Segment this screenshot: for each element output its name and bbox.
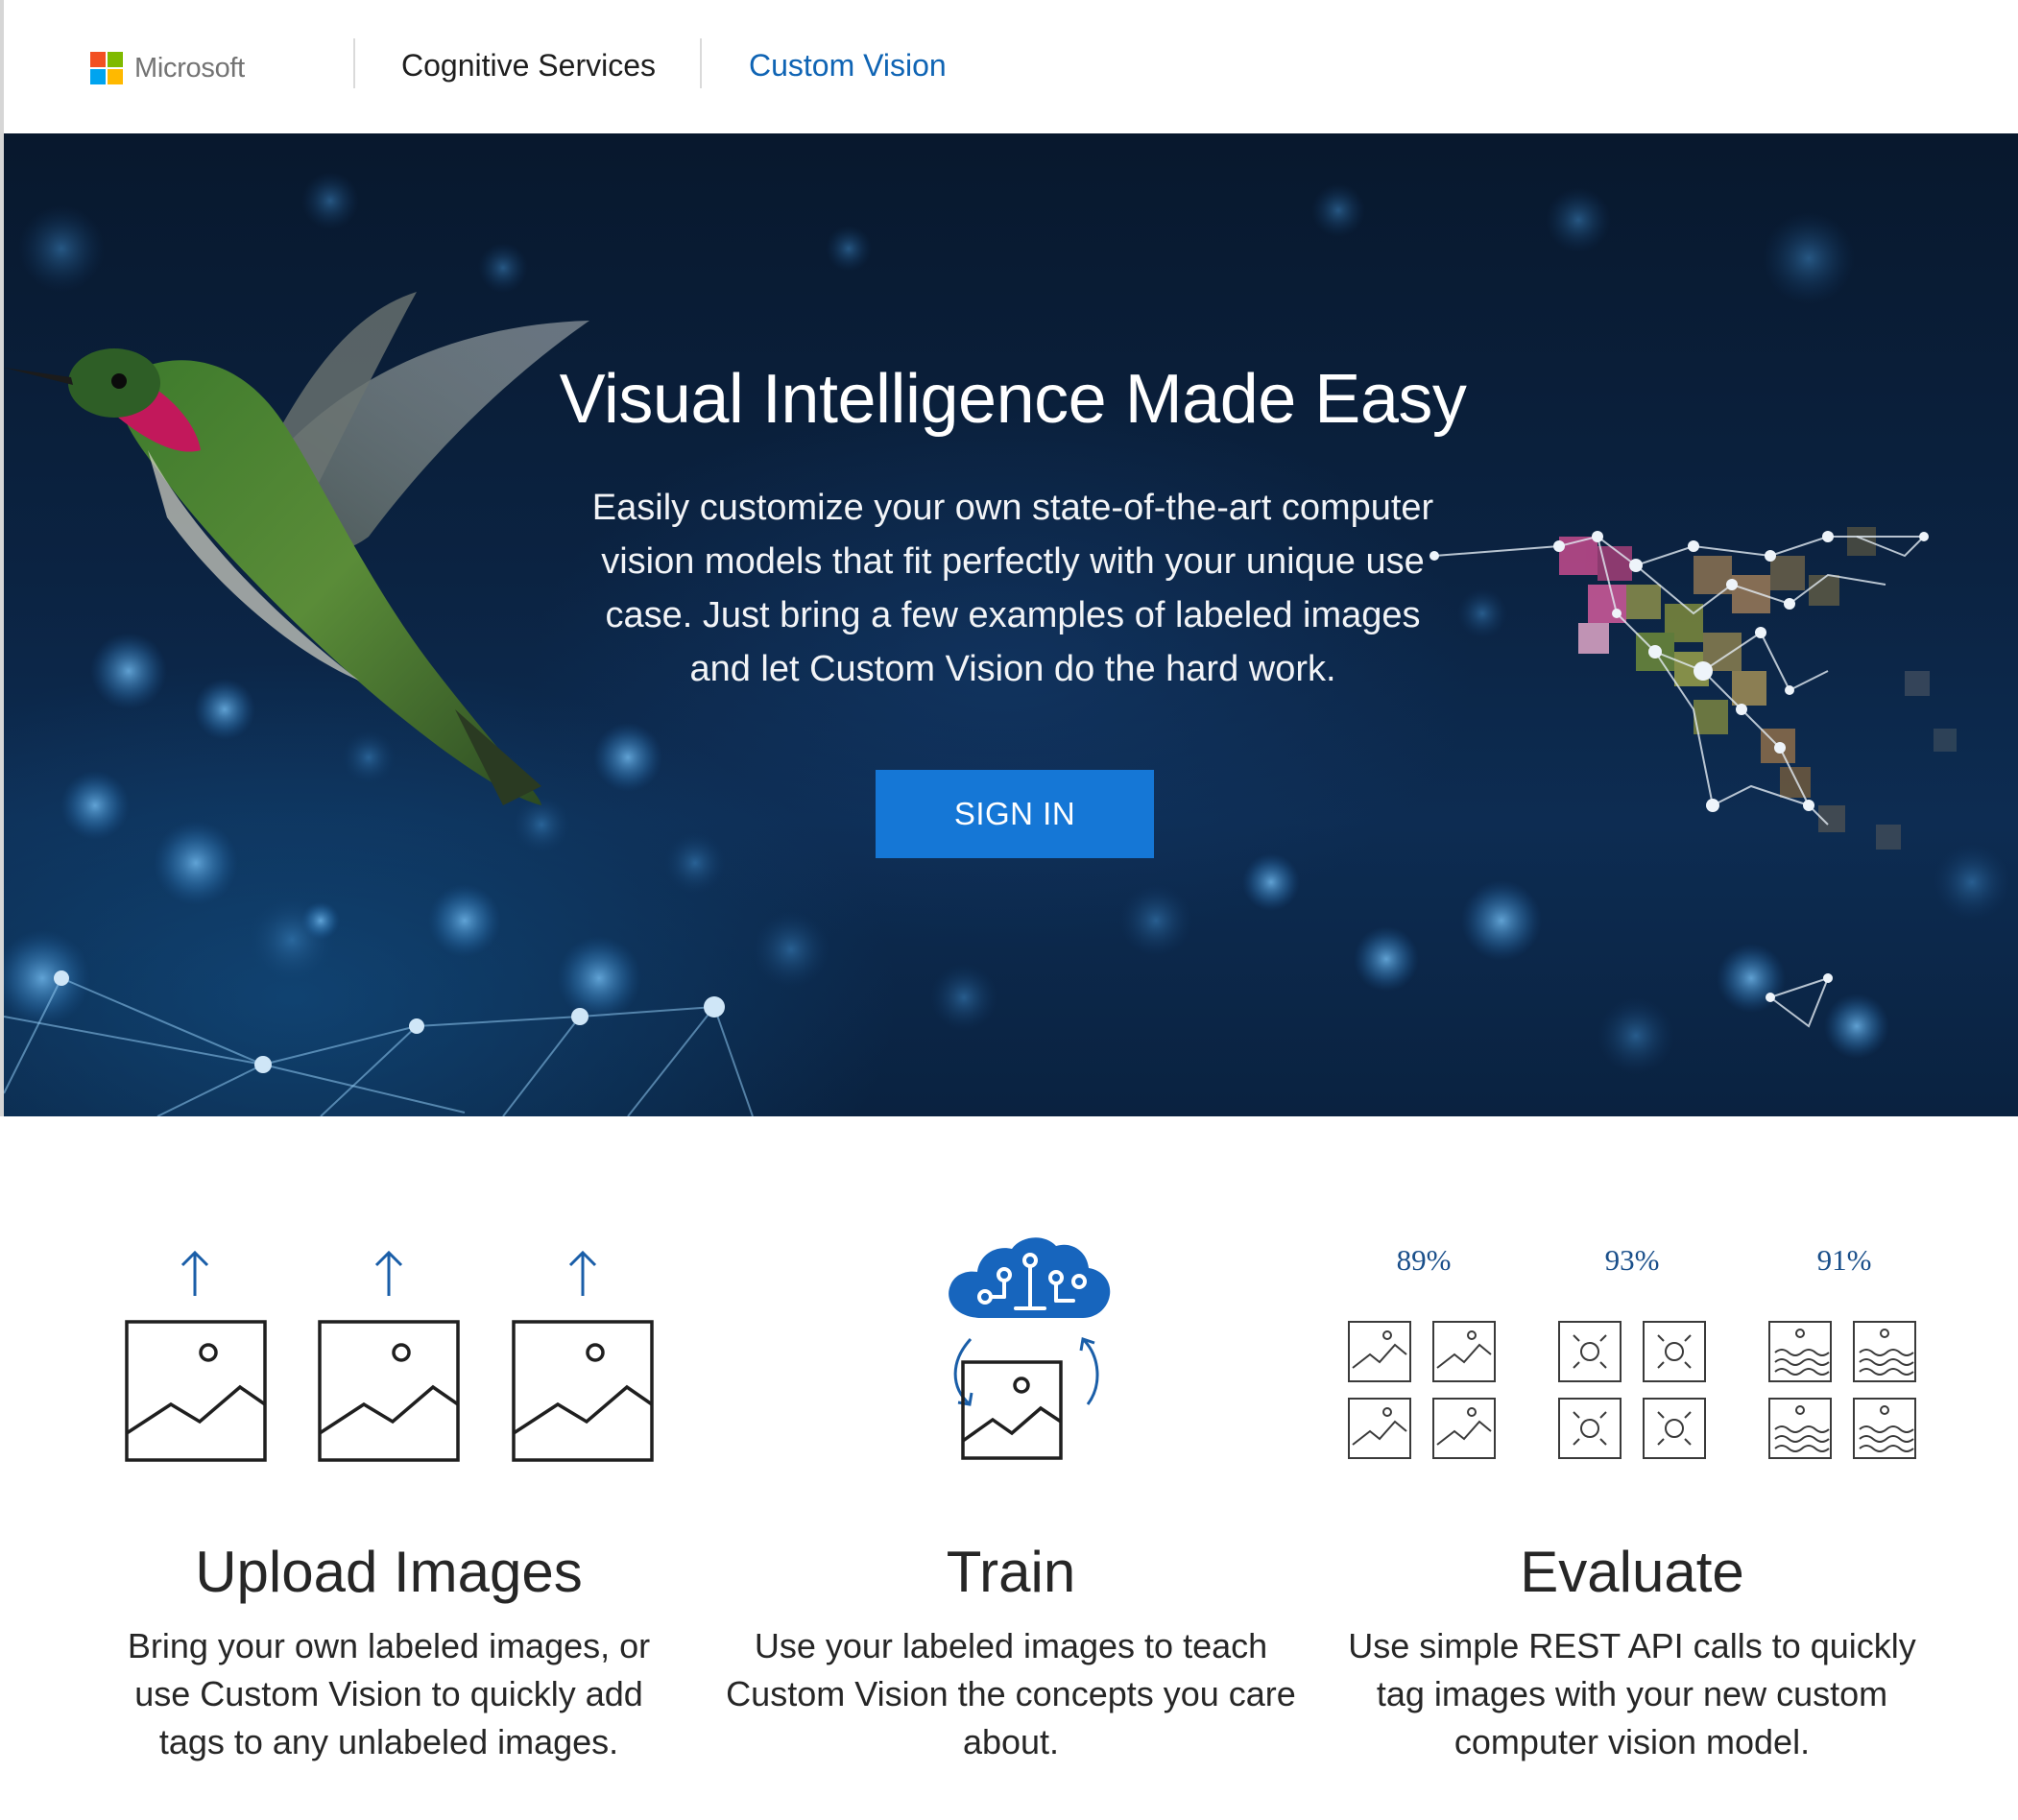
nav-custom-vision[interactable]: Custom Vision [749, 48, 947, 84]
features-section: Upload Images Bring your own labeled ima… [0, 1116, 2018, 1820]
sign-in-button[interactable]: SIGN IN [876, 770, 1154, 858]
network-mesh [4, 977, 754, 1116]
microsoft-logo-icon [90, 52, 123, 84]
hero-title: Visual Intelligence Made Easy [559, 361, 1467, 438]
top-navigation: Microsoft Cognitive Services Custom Visi… [0, 0, 2018, 133]
feature-upload-images: Upload Images Bring your own labeled ima… [77, 1116, 701, 1820]
feature-title: Evaluate [1520, 1540, 1744, 1604]
upload-images-icon [125, 1250, 654, 1462]
evaluate-icon [1348, 1321, 1916, 1459]
hero-banner: Visual Intelligence Made Easy Easily cus… [0, 133, 2018, 1116]
feature-description: Use your labeled images to teach Custom … [726, 1626, 1296, 1761]
nav-divider [700, 38, 702, 88]
brain-cloud-icon [949, 1237, 1111, 1460]
hero-description: Easily customize your own state-of-the-a… [591, 488, 1434, 689]
feature-title: Train [946, 1540, 1076, 1604]
feature-description: Use simple REST API calls to quickly tag… [1348, 1626, 1916, 1761]
digital-hummingbird [1559, 527, 1957, 850]
microsoft-logo-link[interactable]: Microsoft [90, 52, 245, 84]
nav-divider [353, 38, 355, 88]
feature-description: Bring your own labeled images, or use Cu… [127, 1626, 651, 1761]
feature-train: Train Use your labeled images to teach C… [699, 1116, 1323, 1820]
feature-title: Upload Images [195, 1540, 583, 1604]
microsoft-wordmark: Microsoft [134, 52, 245, 84]
feature-evaluate: 89% 93% 91% Evaluate Use simple REST API… [1320, 1116, 1944, 1820]
nav-cognitive-services[interactable]: Cognitive Services [401, 48, 656, 84]
